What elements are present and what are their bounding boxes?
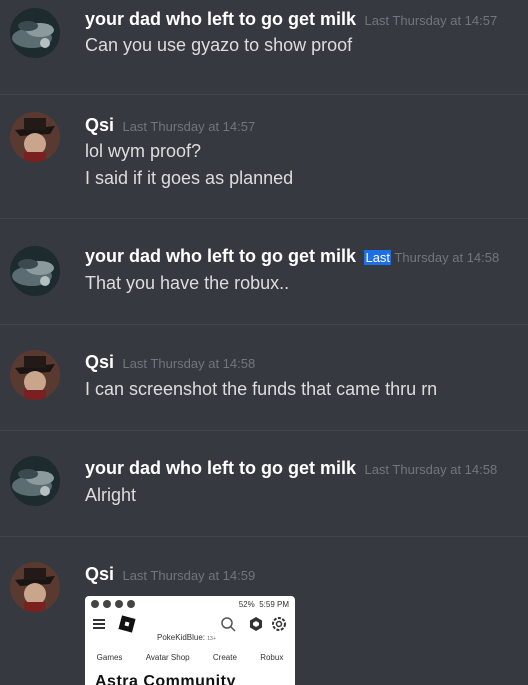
message-divider bbox=[0, 324, 528, 325]
notification-icon bbox=[127, 600, 135, 608]
phone-heading: Astra Community bbox=[95, 673, 236, 685]
phone-status-bar: 52% 5:59 PM bbox=[91, 600, 289, 612]
message-author[interactable]: your dad who left to go get milk bbox=[85, 9, 356, 29]
message: Qsi Last Thursday at 14:58 I can screens… bbox=[0, 336, 528, 442]
message-author[interactable]: Qsi bbox=[85, 352, 114, 372]
message-timestamp: Last Thursday at 14:58 bbox=[364, 462, 498, 477]
hamburger-menu-icon bbox=[93, 619, 105, 629]
message: your dad who left to go get milk Last Th… bbox=[0, 0, 528, 106]
message-divider bbox=[0, 94, 528, 95]
battery-level: 52% bbox=[238, 600, 255, 609]
message-divider bbox=[0, 430, 528, 431]
message-text: Can you use gyazo to show proof bbox=[85, 35, 353, 55]
message-text: That you have the robux.. bbox=[85, 273, 290, 293]
hat-avatar-icon[interactable] bbox=[10, 350, 60, 400]
message-text: lol wym proof? bbox=[85, 141, 202, 161]
message-text: I can screenshot the funds that came thr… bbox=[85, 379, 438, 399]
message-text: I said if it goes as planned bbox=[85, 168, 294, 188]
message-author[interactable]: your dad who left to go get milk bbox=[85, 458, 356, 478]
message-divider bbox=[0, 536, 528, 537]
tab-robux: Robux bbox=[260, 653, 284, 662]
storm-avatar-icon[interactable] bbox=[10, 246, 60, 296]
search-icon bbox=[221, 617, 236, 632]
message: your dad who left to go get milk Last Th… bbox=[0, 442, 528, 548]
phone-username: PokeKidBlue: 13+ bbox=[157, 633, 216, 642]
image-attachment[interactable]: 52% 5:59 PM PokeKidBlue: 13+ Games Avata… bbox=[85, 596, 295, 685]
status-time: 5:59 PM bbox=[259, 600, 289, 609]
message: your dad who left to go get milk Last Th… bbox=[0, 230, 528, 336]
roblox-logo-icon bbox=[118, 615, 136, 633]
message-text: Alright bbox=[85, 485, 137, 505]
message-divider bbox=[0, 218, 528, 219]
message-author[interactable]: Qsi bbox=[85, 564, 114, 584]
message-timestamp: Last Thursday at 14:58 bbox=[364, 250, 499, 265]
message-timestamp: Last Thursday at 14:59 bbox=[122, 568, 256, 583]
phone-tabs: Games Avatar Shop Create Robux bbox=[85, 653, 295, 662]
message-timestamp: Last Thursday at 14:57 bbox=[122, 119, 256, 134]
robux-icon bbox=[250, 617, 262, 631]
message-author[interactable]: your dad who left to go get milk bbox=[85, 246, 356, 266]
notification-icons bbox=[91, 600, 135, 608]
notification-icon bbox=[115, 600, 123, 608]
tab-create: Create bbox=[212, 653, 237, 662]
storm-avatar-icon[interactable] bbox=[10, 8, 60, 58]
storm-avatar-icon[interactable] bbox=[10, 456, 60, 506]
tab-games: Games bbox=[96, 653, 123, 662]
gear-icon bbox=[272, 617, 286, 631]
message-author[interactable]: Qsi bbox=[85, 115, 114, 135]
notification-icon bbox=[91, 600, 99, 608]
notification-icon bbox=[103, 600, 111, 608]
age-tag: 13+ bbox=[207, 636, 216, 642]
tab-avatar-shop: Avatar Shop bbox=[145, 653, 190, 662]
message-timestamp: Last Thursday at 14:57 bbox=[364, 13, 498, 28]
username-text: PokeKidBlue: bbox=[157, 633, 206, 642]
selected-text: Last bbox=[364, 250, 392, 265]
hat-avatar-icon[interactable] bbox=[10, 112, 60, 162]
timestamp-rest: Thursday at 14:58 bbox=[394, 250, 500, 265]
message: Qsi Last Thursday at 14:57 lol wym proof… bbox=[0, 106, 528, 214]
chat-message-list: your dad who left to go get milk Last Th… bbox=[0, 0, 528, 685]
hat-avatar-icon[interactable] bbox=[10, 562, 60, 612]
status-right: 52% 5:59 PM bbox=[239, 600, 289, 609]
message-timestamp: Last Thursday at 14:58 bbox=[122, 356, 256, 371]
